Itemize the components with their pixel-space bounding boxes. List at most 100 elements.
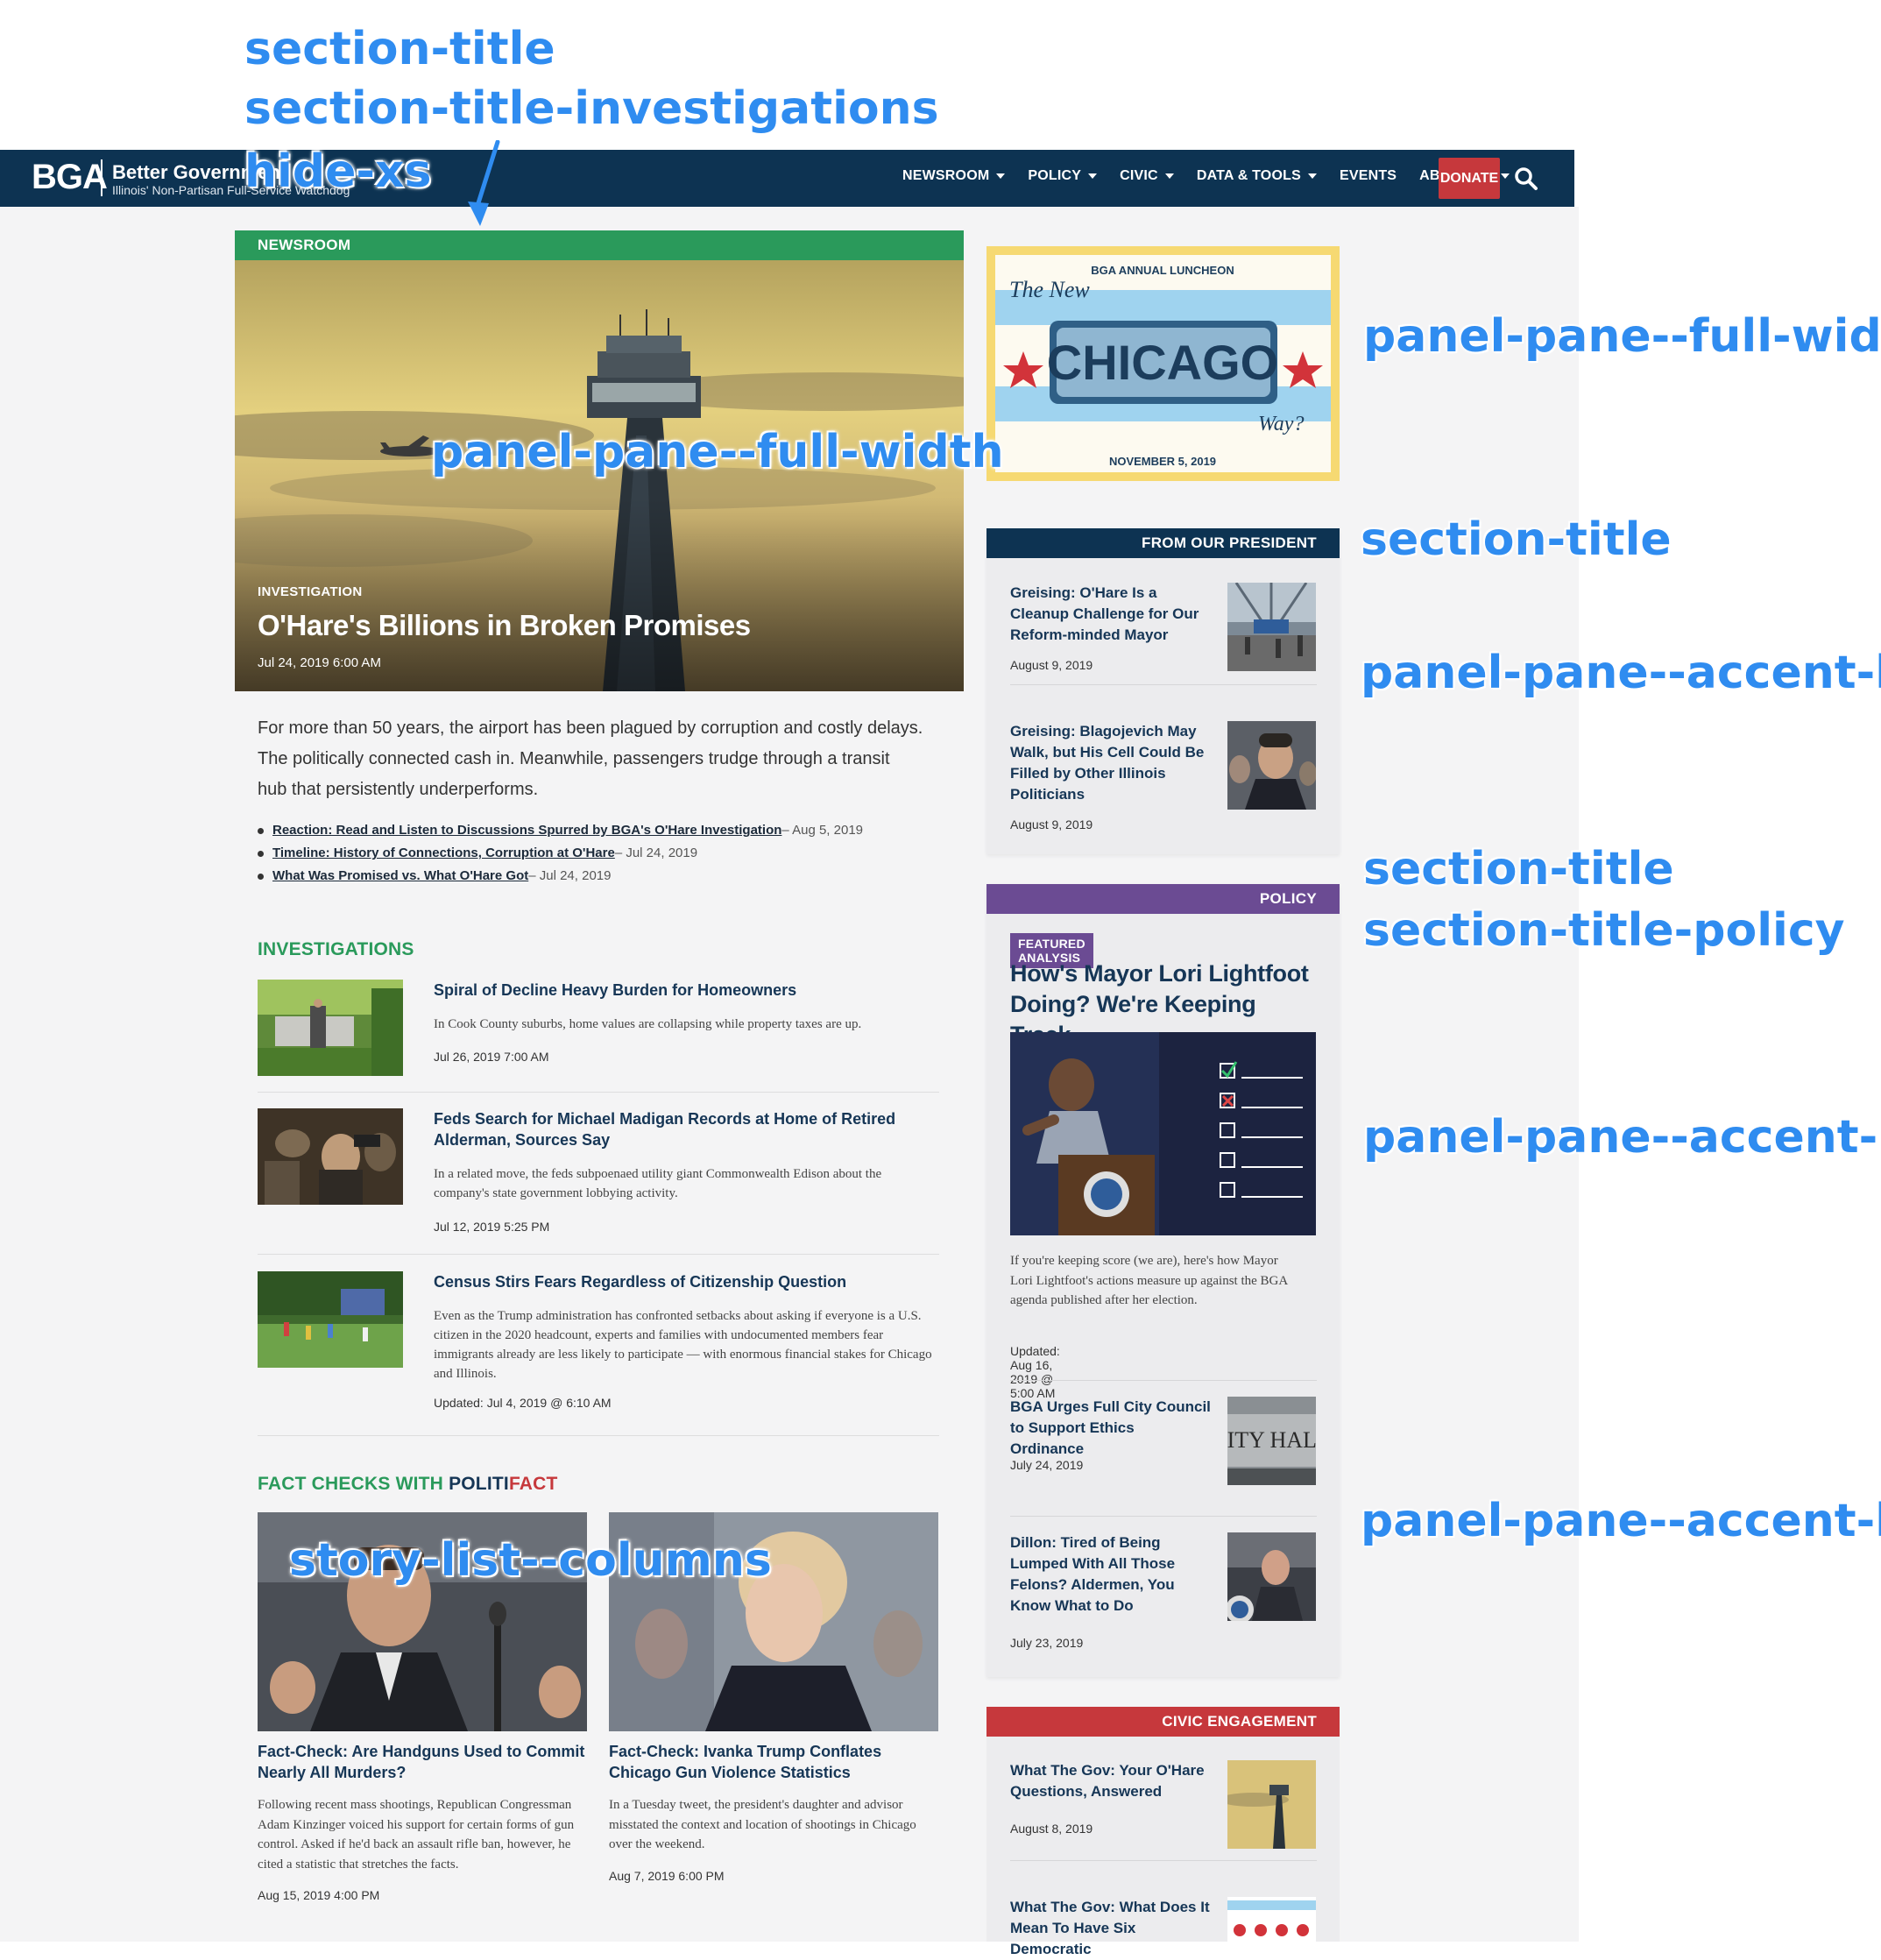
nav-label: NEWSROOM (902, 168, 990, 183)
section-title-civic[interactable]: CIVIC ENGAGEMENT (986, 1707, 1340, 1737)
rail-item-title[interactable]: Dillon: Tired of Being Lumped With All T… (1010, 1532, 1212, 1617)
nav-label: CIVIC (1120, 168, 1158, 183)
annotation-label: panel-pane--full-width (1363, 310, 1881, 363)
factcheck-date: Aug 7, 2019 6:00 PM (609, 1868, 725, 1883)
related-link[interactable]: Timeline: History of Connections, Corrup… (272, 842, 615, 865)
hero-title[interactable]: O'Hare's Billions in Broken Promises (258, 609, 751, 642)
politifact-logo-a: POLITI (449, 1474, 509, 1494)
city-council-photo (1227, 1532, 1316, 1621)
rail-divider (1010, 1380, 1317, 1381)
factcheck-title[interactable]: Fact-Check: Are Handguns Used to Commit … (258, 1741, 587, 1783)
search-icon[interactable] (1514, 166, 1538, 191)
story-divider (258, 1435, 939, 1436)
politifact-logo-b: FACT (508, 1474, 558, 1494)
rail-item-title[interactable]: What The Gov: Your O'Hare Questions, Ans… (1010, 1760, 1212, 1802)
story-desc: In Cook County suburbs, home values are … (434, 1017, 862, 1031)
luncheon-ad[interactable]: The New CHICAGO Way? BGA ANNUAL LUNCHEON… (986, 246, 1340, 481)
story-title[interactable]: Census Stirs Fears Regardless of Citizen… (434, 1271, 924, 1292)
rail-divider (1010, 684, 1317, 685)
featured-desc: If you're keeping score (we are), here's… (1010, 1254, 1288, 1307)
story-title[interactable]: Spiral of Decline Heavy Burden for Homeo… (434, 980, 924, 1001)
airport-concourse-photo (1227, 583, 1316, 671)
featured-date: Updated: Aug 16, 2019 @ 5:00 AM (1010, 1344, 1060, 1400)
panel-president: FROM OUR PRESIDENT Greising: O'Hare Is a… (986, 528, 1340, 854)
rail-item-date: July 24, 2019 (1010, 1458, 1084, 1472)
rail-divider (1010, 1516, 1317, 1517)
annotation-label: panel-pane--accent-bg (1363, 1111, 1881, 1164)
related-link[interactable]: Reaction: Read and Listen to Discussions… (272, 819, 781, 842)
factcheck-title[interactable]: Fact-Check: Ivanka Trump Conflates Chica… (609, 1741, 938, 1783)
luncheon-top: BGA ANNUAL LUNCHEON (1091, 264, 1234, 277)
rail-divider (1010, 1860, 1317, 1861)
section-title-investigations[interactable]: INVESTIGATIONS (258, 939, 414, 960)
logo-divider (101, 159, 103, 196)
city-hall-photo: CITY HALL (1227, 1397, 1316, 1485)
chevron-down-icon (1164, 173, 1174, 179)
nav-label: DATA & TOOLS (1196, 168, 1301, 183)
screenshot-canvas: BGA Better Governmen Illinois' Non-Parti… (0, 0, 1881, 1957)
blagojevich-photo (1227, 721, 1316, 810)
rail-item-title[interactable]: What The Gov: What Does It Mean To Have … (1010, 1897, 1212, 1960)
related-link[interactable]: What Was Promised vs. What O'Hare Got (272, 865, 528, 888)
story-title[interactable]: Feds Search for Michael Madigan Records … (434, 1108, 924, 1150)
donate-button[interactable]: DONATE (1439, 158, 1500, 199)
section-title-president[interactable]: FROM OUR PRESIDENT (986, 528, 1340, 558)
related-item: Timeline: History of Connections, Corrup… (258, 842, 863, 865)
nav-civic[interactable]: CIVIC (1120, 168, 1174, 184)
luncheon-the-new: The New (1009, 277, 1090, 302)
story-desc: In a related move, the feds subpoenaed u… (434, 1167, 882, 1200)
section-title-factchecks[interactable]: FACT CHECKS WITH POLITIFACT (258, 1474, 558, 1495)
chevron-down-icon (1088, 173, 1098, 179)
story-divider (258, 1254, 939, 1255)
annotation-label: section-title (1363, 843, 1674, 895)
ohare-tower-thumb (1227, 1760, 1316, 1849)
story-divider (258, 1092, 939, 1093)
rail-item-title[interactable]: BGA Urges Full City Council to Support E… (1010, 1397, 1212, 1460)
nav-label: POLICY (1028, 168, 1082, 183)
related-links: Reaction: Read and Listen to Discussions… (258, 819, 863, 888)
nav-newsroom[interactable]: NEWSROOM (902, 168, 1006, 184)
annotation-label: panel-pane--full-width (431, 426, 1004, 478)
rail-item-date: August 8, 2019 (1010, 1822, 1093, 1836)
factcheck-label: FACT CHECKS WITH (258, 1474, 449, 1494)
story-date: Jul 12, 2019 5:25 PM (434, 1220, 550, 1234)
luncheon-date: NOVEMBER 5, 2019 (1109, 455, 1216, 468)
related-date: – Jul 24, 2019 (528, 868, 612, 883)
panel-civic: What The Gov: Your O'Hare Questions, Ans… (986, 1737, 1340, 1957)
rail-item-date: August 9, 2019 (1010, 817, 1093, 831)
annotation-label: section-title-policy (1363, 904, 1845, 957)
related-item: Reaction: Read and Listen to Discussions… (258, 819, 863, 842)
rail-item-title[interactable]: Greising: O'Hare Is a Cleanup Challenge … (1010, 583, 1212, 646)
annotation-label: section-title-investigations (244, 82, 939, 135)
lightfoot-photo (1010, 1032, 1316, 1235)
nav-events[interactable]: EVENTS (1340, 168, 1397, 184)
hero-date: Jul 24, 2019 6:00 AM (258, 655, 381, 670)
hero-lede: For more than 50 years, the airport has … (258, 718, 923, 799)
annotation-label: hide-xs (244, 145, 432, 198)
factcheck-date: Aug 15, 2019 4:00 PM (258, 1888, 380, 1902)
luncheon-postcard: The New CHICAGO Way? BGA ANNUAL LUNCHEON… (995, 255, 1331, 472)
chicago-flag-thumb (1227, 1897, 1316, 1942)
svg-text:CITY HALL: CITY HALL (1227, 1427, 1316, 1453)
annotation-label: section-title (1361, 513, 1672, 566)
related-item: What Was Promised vs. What O'Hare Got – … (258, 865, 863, 888)
rail-item-date: July 23, 2019 (1010, 1636, 1084, 1650)
story-date: Jul 26, 2019 7:00 AM (434, 1050, 549, 1064)
main-nav: NEWSROOM POLICY CIVIC DATA & TOOLS EVENT… (902, 168, 1510, 184)
factcheck-desc: Following recent mass shootings, Republi… (258, 1798, 575, 1872)
rail-item-title[interactable]: Greising: Blagojevich May Walk, but His … (1010, 721, 1212, 805)
section-title-newsroom[interactable]: NEWSROOM (235, 230, 964, 260)
nav-label: EVENTS (1339, 168, 1397, 183)
section-title-policy[interactable]: POLICY (986, 884, 1340, 914)
nav-policy[interactable]: POLICY (1028, 168, 1098, 184)
luncheon-city: CHICAGO (1047, 335, 1278, 390)
story-date: Updated: Jul 4, 2019 @ 6:10 AM (434, 1396, 612, 1410)
nav-data-tools[interactable]: DATA & TOOLS (1197, 168, 1317, 184)
rail-item-date: August 9, 2019 (1010, 658, 1093, 672)
hero-kicker: INVESTIGATION (258, 584, 363, 599)
annotation-label: panel-pane--accent-bg (1361, 647, 1881, 699)
chevron-down-icon (1307, 173, 1317, 179)
chevron-down-icon (1501, 173, 1510, 179)
census-park-photo (258, 1271, 403, 1368)
logo-mark[interactable]: BGA (32, 158, 108, 197)
